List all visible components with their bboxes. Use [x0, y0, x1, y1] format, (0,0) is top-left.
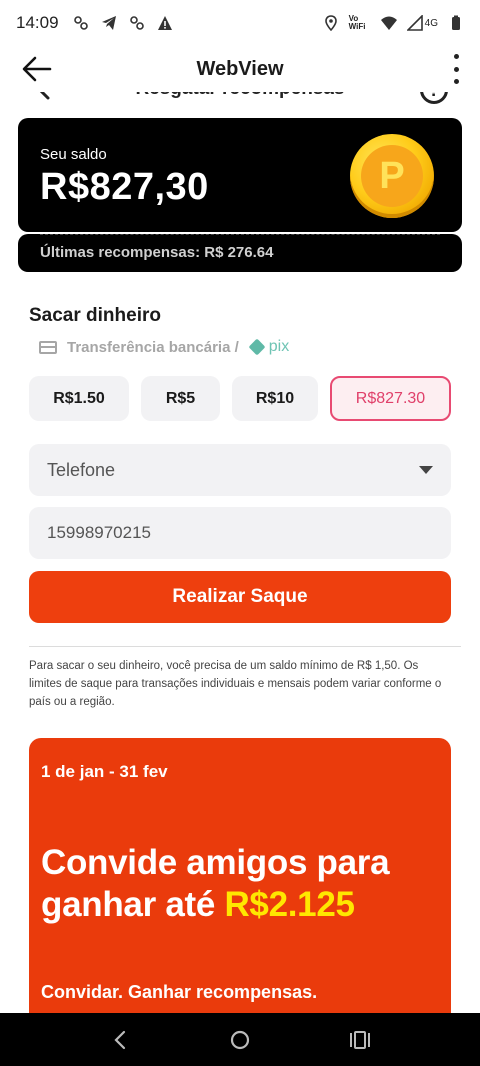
withdraw-title: Sacar dinheiro — [29, 305, 161, 326]
amount-option[interactable]: R$10 — [232, 376, 318, 421]
app-bar-title: WebView — [196, 57, 284, 80]
key-type-select[interactable]: Telefone — [29, 444, 451, 496]
location-icon — [324, 15, 337, 31]
amount-option[interactable]: R$5 — [141, 376, 220, 421]
caret-down-icon — [419, 466, 433, 474]
telegram-icon — [101, 16, 116, 30]
notification-icon — [129, 16, 144, 30]
nav-recents-button[interactable] — [340, 1020, 380, 1060]
nav-home-button[interactable] — [220, 1020, 260, 1060]
circle-home-icon — [230, 1030, 250, 1049]
signal-icon — [406, 15, 423, 31]
wifi-icon — [380, 16, 397, 30]
overflow-menu-button[interactable] — [448, 54, 464, 84]
system-nav-bar — [0, 1013, 480, 1066]
amount-option-selected[interactable]: R$827.30 — [330, 376, 451, 421]
balance-label: Seu saldo — [40, 146, 107, 163]
withdraw-button[interactable]: Realizar Saque — [29, 571, 451, 623]
promo-headline: Convide amigos para ganhar até R$2.125 — [41, 843, 390, 924]
pix-logo: pix — [248, 338, 289, 356]
dot-icon — [453, 54, 459, 59]
dot-icon — [453, 66, 459, 72]
payment-method-label: Transferência bancária / — [67, 338, 239, 356]
payment-method: Transferência bancária / pix — [39, 338, 289, 356]
coin-icon: P — [350, 134, 434, 218]
promo-dates: 1 de jan - 31 fev — [41, 762, 168, 781]
key-type-value: Telefone — [47, 459, 116, 480]
arrow-left-icon — [22, 56, 52, 82]
recent-rewards-text: Últimas recompensas: R$ 276.64 — [40, 244, 274, 261]
warning-icon — [157, 16, 172, 30]
coin-letter: P — [361, 145, 423, 207]
status-bar: 14:09 Vo WiFi 4G — [0, 0, 480, 46]
balance-value: R$827,30 — [40, 166, 209, 208]
dot-icon — [453, 79, 459, 84]
credit-card-icon — [39, 340, 57, 354]
promo-amount: R$2.125 — [224, 885, 355, 924]
vowifi-icon: Vo WiFi — [348, 14, 366, 31]
back-button[interactable] — [20, 52, 54, 86]
balance-card: Seu saldo R$827,30 P — [18, 118, 462, 232]
promo-cta[interactable]: Convidar. Ganhar recompensas. — [41, 982, 317, 1003]
withdraw-note: Para sacar o seu dinheiro, você precisa … — [29, 660, 442, 708]
status-time: 14:09 — [16, 13, 59, 32]
pix-icon — [248, 338, 266, 356]
recents-icon — [350, 1030, 370, 1049]
invite-promo-card[interactable]: 1 de jan - 31 fev Convide amigos para ga… — [29, 738, 451, 1028]
phone-input[interactable] — [29, 507, 451, 559]
recent-rewards-card: Últimas recompensas: R$ 276.64 — [18, 234, 462, 272]
amount-option[interactable]: R$1.50 — [29, 376, 129, 421]
app-bar: WebView — [0, 46, 480, 92]
divider — [29, 646, 461, 647]
amount-options: R$1.50 R$5 R$10 R$827.30 — [29, 376, 451, 421]
battery-icon — [452, 15, 460, 30]
nav-back-button[interactable] — [100, 1020, 140, 1060]
chevron-left-icon — [114, 1030, 126, 1049]
notification-icon — [73, 16, 88, 30]
network-type: 4G — [424, 17, 438, 29]
